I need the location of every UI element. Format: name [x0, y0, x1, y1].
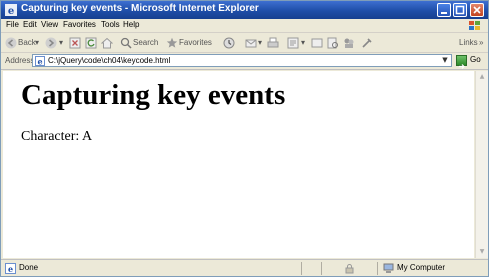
security-lock-icon	[345, 264, 354, 274]
home-icon[interactable]	[101, 37, 113, 49]
search-icon[interactable]	[120, 37, 132, 49]
status-divider	[377, 262, 378, 275]
ie-app-icon: e	[5, 4, 17, 16]
menu-edit[interactable]: Edit	[23, 20, 37, 29]
address-url[interactable]: C:\jQuery\code\ch04\keycode.html	[48, 56, 170, 65]
maximize-icon	[455, 5, 465, 15]
search-button[interactable]: Search	[133, 36, 158, 49]
refresh-icon[interactable]	[85, 37, 97, 49]
discuss-icon[interactable]	[311, 37, 323, 49]
forward-dropdown-icon[interactable]: ▾	[59, 36, 63, 49]
back-arrow-icon[interactable]	[5, 37, 17, 49]
maximize-button[interactable]	[453, 3, 467, 17]
close-icon	[473, 6, 481, 14]
character-output: Character: A	[21, 129, 93, 144]
tools-icon[interactable]	[361, 37, 373, 49]
go-label: Go	[470, 55, 481, 64]
close-button[interactable]	[470, 3, 484, 17]
status-bar: e Done My Computer	[1, 259, 488, 276]
print-icon[interactable]	[267, 37, 279, 49]
window-title: Capturing key events - Microsoft Interne…	[21, 3, 259, 14]
status-text: Done	[19, 263, 39, 272]
menu-file[interactable]: File	[6, 20, 19, 29]
svg-text:e: e	[8, 264, 13, 274]
address-bar: Address e C:\jQuery\code\ch04\keycode.ht…	[1, 53, 488, 70]
favorites-button[interactable]: Favorites	[179, 36, 212, 49]
status-divider	[321, 262, 322, 275]
go-arrow-icon	[456, 55, 467, 69]
history-icon[interactable]	[223, 37, 235, 49]
standard-toolbar: Back ▾ ▾ Search Favorites ▾ ▾ Links »	[1, 33, 488, 53]
messenger-icon[interactable]	[343, 37, 355, 49]
research-icon[interactable]	[327, 37, 339, 49]
edit-dropdown-icon[interactable]: ▾	[301, 36, 305, 49]
my-computer-icon	[383, 263, 394, 273]
windows-logo-icon	[469, 21, 480, 30]
page-content: Capturing key events Character: A	[3, 71, 474, 258]
links-button[interactable]: Links	[459, 36, 478, 49]
svg-text:e: e	[37, 56, 42, 66]
back-dropdown-icon[interactable]: ▾	[35, 36, 39, 49]
minimize-icon	[441, 12, 447, 14]
menu-view[interactable]: View	[41, 20, 58, 29]
title-bar[interactable]: e Capturing key events - Microsoft Inter…	[1, 1, 488, 19]
status-divider	[301, 262, 302, 275]
page-icon: e	[35, 56, 45, 66]
address-dropdown-icon[interactable]: ▼	[440, 56, 450, 65]
address-label: Address	[5, 56, 35, 65]
menu-tools[interactable]: Tools	[101, 20, 120, 29]
forward-arrow-icon[interactable]	[45, 37, 57, 49]
minimize-button[interactable]	[437, 3, 451, 17]
address-input[interactable]: e C:\jQuery\code\ch04\keycode.html ▼	[32, 54, 452, 67]
menu-help[interactable]: Help	[123, 20, 139, 29]
scroll-up-icon[interactable]: ▲	[477, 72, 487, 82]
svg-text:e: e	[8, 6, 14, 16]
back-button[interactable]: Back	[18, 36, 36, 49]
mail-dropdown-icon[interactable]: ▾	[258, 36, 262, 49]
menu-favorites[interactable]: Favorites	[63, 20, 96, 29]
vertical-scrollbar[interactable]: ▲ ▼	[475, 71, 488, 258]
favorites-star-icon[interactable]	[166, 37, 178, 49]
browser-window: e Capturing key events - Microsoft Inter…	[0, 0, 489, 277]
go-button[interactable]: Go	[456, 55, 486, 69]
page-heading: Capturing key events	[21, 79, 286, 111]
status-page-icon: e	[5, 263, 16, 274]
toolbar-overflow-icon[interactable]: »	[479, 36, 483, 49]
security-zone: My Computer	[397, 263, 446, 272]
menu-bar: File Edit View Favorites Tools Help	[1, 19, 488, 33]
edit-icon[interactable]	[287, 37, 299, 49]
mail-icon[interactable]	[245, 37, 257, 49]
scroll-down-icon[interactable]: ▼	[477, 247, 487, 257]
stop-icon[interactable]	[69, 37, 81, 49]
